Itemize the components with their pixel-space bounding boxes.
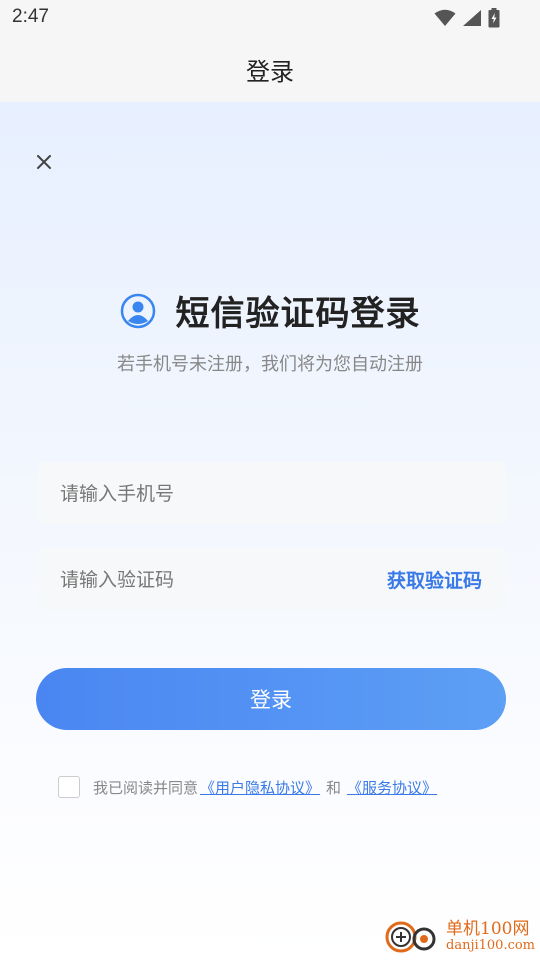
privacy-policy-link[interactable]: 《用户隐私协议》	[200, 777, 320, 798]
login-header: 短信验证码登录	[0, 286, 540, 335]
service-agreement-link[interactable]: 《服务协议》	[347, 777, 437, 798]
phone-input[interactable]	[58, 462, 362, 526]
login-screen: 2:47 登录 短信验证码登录 若手机号未注册，我们将为您自动注册 请输入手机号…	[0, 0, 540, 960]
agreement-conjunction: 和	[326, 778, 342, 797]
watermark-name: 单机100网	[446, 919, 530, 939]
login-subtitle: 若手机号未注册，我们将为您自动注册	[117, 354, 423, 375]
status-icons	[434, 7, 500, 29]
wifi-icon	[434, 9, 456, 26]
status-time: 2:47	[12, 6, 49, 27]
watermark-url: danji100.com	[446, 938, 536, 953]
watermark: 单机100网 danji100.com	[384, 914, 536, 958]
login-title: 短信验证码登录	[175, 294, 421, 334]
app-bar: 登录	[0, 36, 540, 102]
code-field: 获取验证码	[38, 548, 506, 612]
login-button[interactable]: 登录	[36, 668, 506, 730]
agreement-checkbox[interactable]	[58, 776, 80, 798]
page-title: 登录	[246, 58, 294, 86]
signal-icon	[463, 10, 481, 26]
phone-field	[38, 462, 506, 526]
get-code-button[interactable]: 获取验证码	[387, 566, 482, 593]
status-bar: 2:47	[0, 0, 540, 36]
close-button[interactable]	[28, 146, 60, 178]
agreement-prefix: 我已阅读并同意	[93, 778, 199, 797]
watermark-logo-icon	[385, 921, 436, 953]
user-icon	[120, 293, 156, 329]
login-content: 短信验证码登录 若手机号未注册，我们将为您自动注册 获取验证码 登录 我已阅读并…	[0, 102, 540, 960]
agreement-row: 我已阅读并同意 《用户隐私协议》 和 《服务协议》	[58, 776, 439, 798]
close-icon	[37, 155, 51, 169]
verification-code-input[interactable]	[58, 548, 362, 612]
battery-charging-icon	[488, 8, 500, 28]
